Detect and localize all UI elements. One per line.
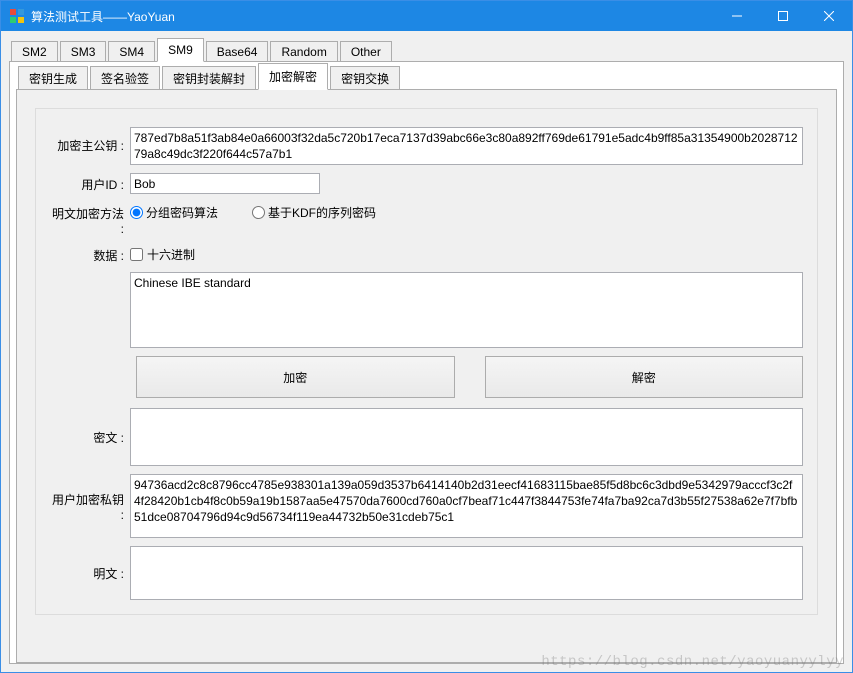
sub-tab-4[interactable]: 密钥交换 xyxy=(330,66,400,91)
data-label: 数据 : xyxy=(50,244,130,264)
sub-tab-3[interactable]: 加密解密 xyxy=(258,63,328,90)
user-id-input[interactable] xyxy=(130,173,320,194)
encrypt-button[interactable]: 加密 xyxy=(136,356,455,398)
encrypt-decrypt-group: 加密主公钥 : 用户ID : 明文加密方法 : xyxy=(35,108,818,615)
hex-checkbox[interactable] xyxy=(130,248,143,261)
enc-master-pub-input[interactable] xyxy=(130,127,803,165)
top-tab-sm9[interactable]: SM9 xyxy=(157,38,204,62)
sub-tab-strip: 密钥生成签名验签密钥封装解封加密解密密钥交换 xyxy=(16,68,837,90)
top-tab-sm3[interactable]: SM3 xyxy=(60,41,107,63)
user-enc-priv-input[interactable] xyxy=(130,474,803,538)
radio-kdf-stream-input[interactable] xyxy=(252,206,265,219)
hex-check-row: 十六进制 xyxy=(130,244,195,263)
plain-method-label: 明文加密方法 : xyxy=(50,202,130,236)
window-controls xyxy=(714,1,852,31)
close-button[interactable] xyxy=(806,1,852,31)
hex-checkbox-label: 十六进制 xyxy=(147,246,195,263)
enc-master-pub-label: 加密主公钥 : xyxy=(50,127,130,154)
sub-tab-1[interactable]: 签名验签 xyxy=(90,66,160,91)
sub-tab-0[interactable]: 密钥生成 xyxy=(18,66,88,91)
ciphertext-label: 密文 : xyxy=(50,429,130,446)
top-tab-strip: SM2SM3SM4SM9Base64RandomOther xyxy=(9,39,844,62)
plaintext-output[interactable] xyxy=(130,546,803,600)
title-bar: 算法测试工具——YaoYuan xyxy=(1,1,852,31)
application-window: 算法测试工具——YaoYuan SM2SM3SM4SM9Base64Random… xyxy=(0,0,853,673)
radio-kdf-stream[interactable]: 基于KDF的序列密码 xyxy=(252,204,376,221)
user-id-label: 用户ID : xyxy=(50,173,130,193)
radio-block-cipher-input[interactable] xyxy=(130,206,143,219)
window-title: 算法测试工具——YaoYuan xyxy=(31,8,714,25)
client-area: SM2SM3SM4SM9Base64RandomOther 密钥生成签名验签密钥… xyxy=(1,31,852,672)
radio-block-cipher[interactable]: 分组密码算法 xyxy=(130,204,218,221)
top-tab-page: 密钥生成签名验签密钥封装解封加密解密密钥交换 加密主公钥 : 用户ID : xyxy=(9,61,844,664)
sub-tab-page: 加密主公钥 : 用户ID : 明文加密方法 : xyxy=(16,89,837,663)
app-icon xyxy=(9,8,25,24)
sub-tab-2[interactable]: 密钥封装解封 xyxy=(162,66,256,91)
minimize-button[interactable] xyxy=(714,1,760,31)
plaintext-label: 明文 : xyxy=(50,565,130,582)
plain-method-group: 分组密码算法 基于KDF的序列密码 xyxy=(130,202,406,221)
radio-block-cipher-label: 分组密码算法 xyxy=(146,204,218,221)
data-input-spacer xyxy=(50,272,130,275)
top-tab-base64[interactable]: Base64 xyxy=(206,41,269,63)
top-tab-sm4[interactable]: SM4 xyxy=(108,41,155,63)
maximize-button[interactable] xyxy=(760,1,806,31)
top-tab-other[interactable]: Other xyxy=(340,41,392,63)
radio-kdf-stream-label: 基于KDF的序列密码 xyxy=(268,204,376,221)
top-tab-sm2[interactable]: SM2 xyxy=(11,41,58,63)
data-input[interactable] xyxy=(130,272,803,348)
ciphertext-output[interactable] xyxy=(130,408,803,466)
decrypt-button[interactable]: 解密 xyxy=(485,356,804,398)
top-tab-random[interactable]: Random xyxy=(270,41,337,63)
user-enc-priv-label: 用户加密私钥 : xyxy=(50,491,130,522)
